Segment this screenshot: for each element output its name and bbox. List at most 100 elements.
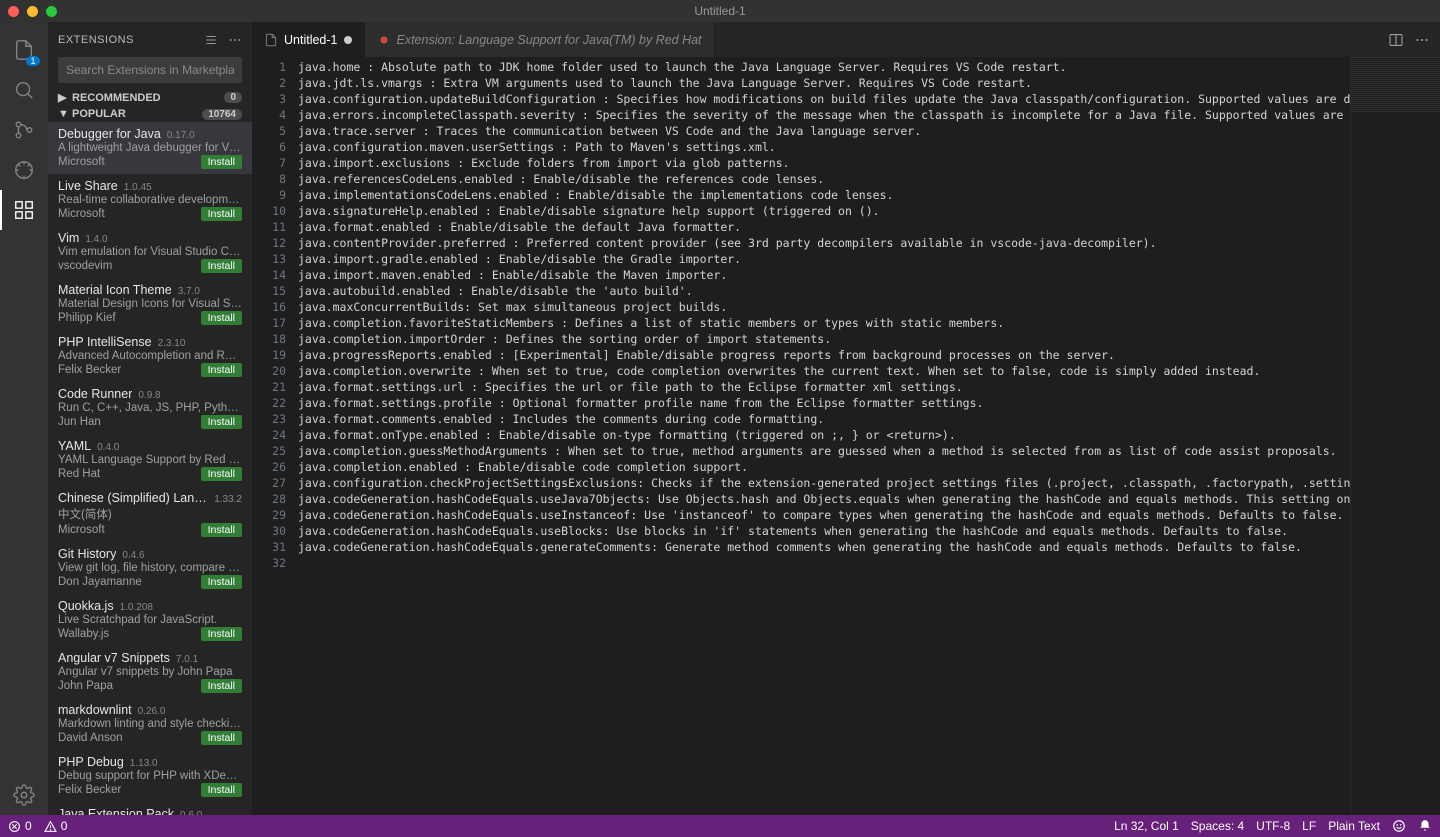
extension-item[interactable]: PHP Debug 1.13.0 Debug support for PHP w…: [48, 750, 252, 802]
extension-author: Felix Becker: [58, 364, 121, 376]
code-line: java.import.exclusions : Exclude folders…: [298, 155, 1350, 171]
section-recommended[interactable]: ▶RECOMMENDED 0: [48, 89, 252, 106]
extension-description: View git log, file history, compare bran…: [58, 562, 242, 574]
install-button[interactable]: Install: [201, 523, 242, 537]
extension-description: Angular v7 snippets by John Papa: [58, 666, 242, 678]
code-line: java.format.onType.enabled : Enable/disa…: [298, 427, 1350, 443]
install-button[interactable]: Install: [201, 467, 242, 481]
status-encoding[interactable]: UTF-8: [1256, 819, 1290, 833]
install-button[interactable]: Install: [201, 575, 242, 589]
explorer-badge: 1: [26, 56, 40, 66]
recommended-badge: 0: [224, 92, 242, 103]
search-activity-icon[interactable]: [0, 70, 48, 110]
extension-version: 2.3.10: [158, 338, 186, 349]
extension-version: 0.4.6: [122, 550, 144, 561]
more-icon[interactable]: [228, 33, 242, 47]
dirty-indicator-icon: [344, 36, 352, 44]
section-popular[interactable]: ▼POPULAR 10764: [48, 106, 252, 122]
close-window[interactable]: [8, 6, 19, 17]
extension-item[interactable]: Live Share 1.0.45 Real-time collaborativ…: [48, 174, 252, 226]
bell-icon[interactable]: [1418, 819, 1432, 833]
window-controls: [8, 6, 57, 17]
extension-description: Run C, C++, Java, JS, PHP, Python, Perl,…: [58, 402, 242, 414]
extension-author: Microsoft: [58, 208, 105, 220]
extension-description: Debug support for PHP with XDebug: [58, 770, 242, 782]
status-errors[interactable]: 0: [8, 819, 32, 833]
extension-item[interactable]: Angular v7 Snippets 7.0.1 Angular v7 sni…: [48, 646, 252, 698]
maximize-window[interactable]: [46, 6, 57, 17]
code-line: java.maxConcurrentBuilds: Set max simult…: [298, 299, 1350, 315]
status-ln-col[interactable]: Ln 32, Col 1: [1114, 819, 1179, 833]
code-line: java.format.comments.enabled : Includes …: [298, 411, 1350, 427]
status-spaces[interactable]: Spaces: 4: [1191, 819, 1244, 833]
settings-gear-icon[interactable]: [0, 775, 48, 815]
install-button[interactable]: Install: [201, 415, 242, 429]
install-button[interactable]: Install: [201, 627, 242, 641]
minimize-window[interactable]: [27, 6, 38, 17]
extension-list[interactable]: Debugger for Java 0.17.0 A lightweight J…: [48, 122, 252, 815]
install-button[interactable]: Install: [201, 731, 242, 745]
extension-author: Philipp Kief: [58, 312, 116, 324]
install-button[interactable]: Install: [201, 207, 242, 221]
extension-author: Red Hat: [58, 468, 100, 480]
extension-author: Jun Han: [58, 416, 101, 428]
code-line: java.completion.importOrder : Defines th…: [298, 331, 1350, 347]
clear-icon[interactable]: [204, 33, 218, 47]
code-line: [298, 555, 1350, 571]
code-line: java.completion.overwrite : When set to …: [298, 363, 1350, 379]
extension-item[interactable]: Material Icon Theme 3.7.0 Material Desig…: [48, 278, 252, 330]
split-editor-icon[interactable]: [1388, 32, 1404, 48]
status-language[interactable]: Plain Text: [1328, 819, 1380, 833]
extension-description: Real-time collaborative development from…: [58, 194, 242, 206]
extension-item[interactable]: Quokka.js 1.0.208 Live Scratchpad for Ja…: [48, 594, 252, 646]
extension-description: Markdown linting and style checking for …: [58, 718, 242, 730]
install-button[interactable]: Install: [201, 679, 242, 693]
code-line: java.completion.enabled : Enable/disable…: [298, 459, 1350, 475]
explorer-icon[interactable]: 1: [0, 30, 48, 70]
extension-item[interactable]: markdownlint 0.26.0 Markdown linting and…: [48, 698, 252, 750]
status-warnings[interactable]: 0: [44, 819, 68, 833]
extension-item[interactable]: Java Extension Pack 0.6.0 Popular extens…: [48, 802, 252, 815]
extension-description: 中文(简体): [58, 506, 242, 522]
extension-description: A lightweight Java debugger for Visual S…: [58, 142, 242, 154]
install-button[interactable]: Install: [201, 783, 242, 797]
install-button[interactable]: Install: [201, 311, 242, 325]
extension-item[interactable]: Code Runner 0.9.8 Run C, C++, Java, JS, …: [48, 382, 252, 434]
extension-item[interactable]: Git History 0.4.6 View git log, file his…: [48, 542, 252, 594]
feedback-icon[interactable]: [1392, 819, 1406, 833]
code-line: java.progressReports.enabled : [Experime…: [298, 347, 1350, 363]
search-input[interactable]: [58, 57, 242, 83]
editor-tab[interactable]: Untitled-1: [252, 22, 365, 57]
extension-item[interactable]: Debugger for Java 0.17.0 A lightweight J…: [48, 122, 252, 174]
extension-version: 7.0.1: [176, 654, 198, 665]
statusbar: 0 0 Ln 32, Col 1 Spaces: 4 UTF-8 LF Plai…: [0, 815, 1440, 837]
section-label: RECOMMENDED: [72, 92, 161, 104]
debug-icon[interactable]: [0, 150, 48, 190]
code-line: java.format.enabled : Enable/disable the…: [298, 219, 1350, 235]
code-content[interactable]: java.home : Absolute path to JDK home fo…: [298, 57, 1350, 815]
titlebar: Untitled-1: [0, 0, 1440, 22]
extensions-icon[interactable]: [0, 190, 48, 230]
extension-item[interactable]: YAML 0.4.0 YAML Language Support by Red …: [48, 434, 252, 486]
scm-icon[interactable]: [0, 110, 48, 150]
install-button[interactable]: Install: [201, 155, 242, 169]
extensions-sidebar: EXTENSIONS ▶RECOMMENDED 0 ▼POPULAR 10764…: [48, 22, 252, 815]
install-button[interactable]: Install: [201, 363, 242, 377]
extension-name: Angular v7 Snippets: [58, 651, 170, 665]
extension-item[interactable]: Vim 1.4.0 Vim emulation for Visual Studi…: [48, 226, 252, 278]
sidebar-title: EXTENSIONS: [58, 34, 134, 46]
install-button[interactable]: Install: [201, 259, 242, 273]
extension-name: Debugger for Java: [58, 127, 161, 141]
extension-item[interactable]: Chinese (Simplified) Language Pac… 1.33.…: [48, 486, 252, 542]
editor-tab[interactable]: Extension: Language Support for Java(TM)…: [365, 22, 715, 57]
status-eol[interactable]: LF: [1302, 819, 1316, 833]
editor-area: Untitled-1 Extension: Language Support fo…: [252, 22, 1440, 815]
extension-name: Material Icon Theme: [58, 283, 172, 297]
extension-author: Microsoft: [58, 156, 105, 168]
tab-label: Untitled-1: [284, 33, 338, 47]
extension-name: Live Share: [58, 179, 118, 193]
minimap[interactable]: [1350, 57, 1440, 815]
code-line: java.implementationsCodeLens.enabled : E…: [298, 187, 1350, 203]
extension-item[interactable]: PHP IntelliSense 2.3.10 Advanced Autocom…: [48, 330, 252, 382]
more-actions-icon[interactable]: [1414, 32, 1430, 48]
